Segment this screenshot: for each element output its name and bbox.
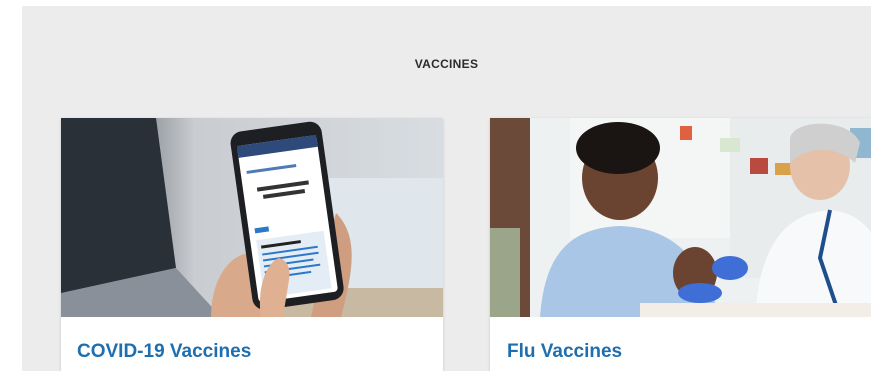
flu-vaccines-card[interactable]: Flu Vaccines (490, 118, 871, 371)
flu-vaccines-image[interactable] (490, 118, 871, 317)
covid-vaccines-image[interactable] (61, 118, 443, 317)
section-title: VACCINES (414, 57, 479, 71)
flu-vaccines-title[interactable]: Flu Vaccines (507, 341, 622, 363)
covid-vaccines-card[interactable]: COVID-19 Vaccines (61, 118, 443, 371)
vaccines-section: VACCINES COVID-19 Vaccines Flu Vaccines (22, 6, 871, 371)
phone-vaccine-info-image (61, 118, 443, 317)
covid-vaccines-title[interactable]: COVID-19 Vaccines (77, 341, 251, 363)
pharmacist-vaccination-image (490, 118, 871, 317)
